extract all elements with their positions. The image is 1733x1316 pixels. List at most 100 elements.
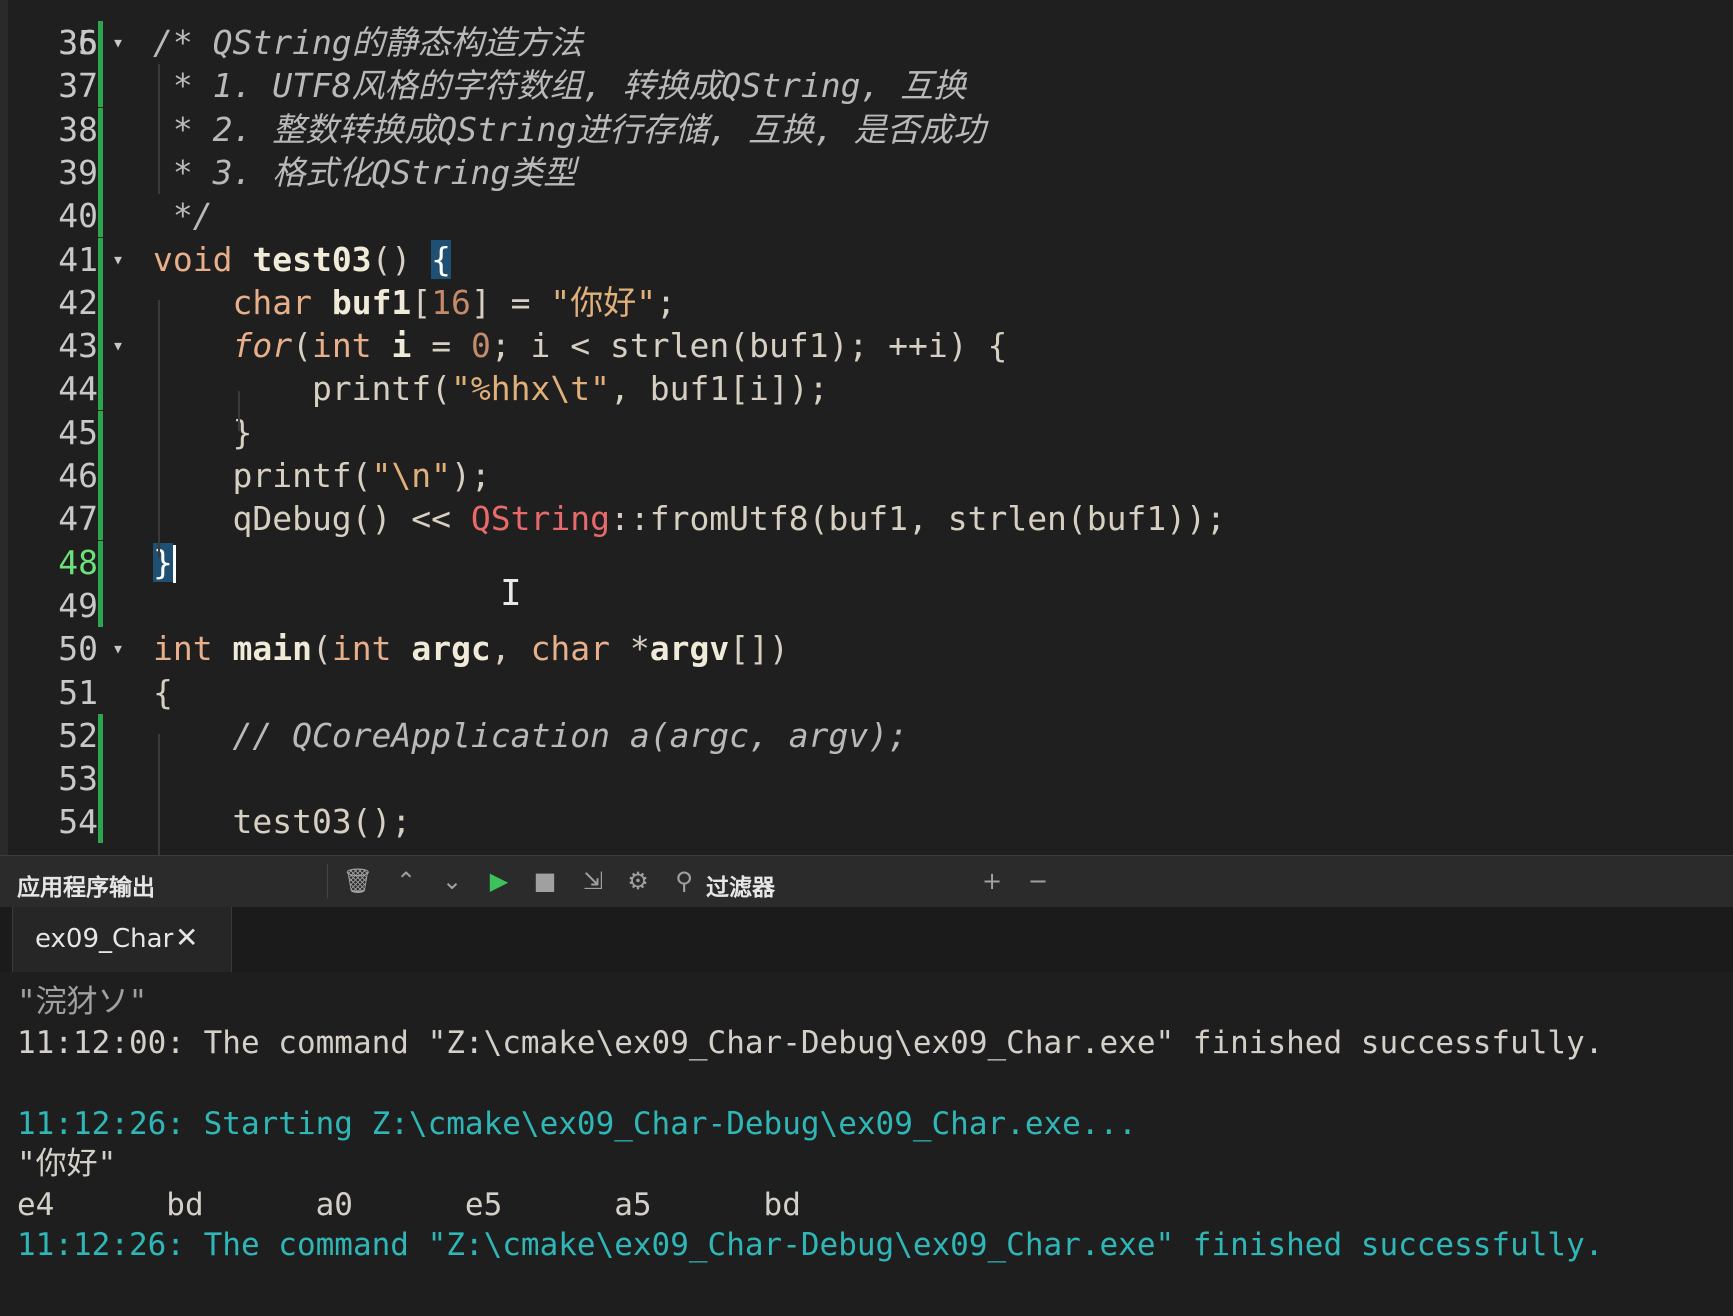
output-line: 11:12:26: Starting Z:\cmake\ex09_Char-De… xyxy=(17,1105,1137,1142)
editor-line: 42 char buf1[16] = "你好"; xyxy=(0,280,1733,324)
code-editor[interactable]: 35 36 ▾/* QString的静态构造方法 37 * 1. UTF8风格的字符… xyxy=(0,0,1733,855)
filter-input[interactable]: 过滤器 xyxy=(706,868,775,902)
code-text[interactable]: void test03() { xyxy=(153,238,452,281)
editor-line: 40 */ xyxy=(0,194,1733,238)
line-number: 49 xyxy=(58,585,98,625)
modified-marker xyxy=(98,454,103,497)
modified-marker xyxy=(98,540,103,584)
line-number: 39 xyxy=(58,152,98,192)
modified-marker xyxy=(98,497,103,541)
code-text[interactable]: for(int i = 0; i < strlen(buf1); ++i) { xyxy=(153,324,1007,367)
modified-marker xyxy=(98,410,103,454)
editor-line: 39 * 3. 格式化QString类型 xyxy=(0,150,1733,194)
code-text[interactable]: */ xyxy=(153,194,213,237)
modified-marker xyxy=(98,324,103,368)
fold-toggle-icon[interactable]: ▾ xyxy=(112,627,124,670)
line-number: 40 xyxy=(58,196,98,236)
editor-line: 44 printf("%hhx\t", buf1[i]); xyxy=(0,367,1733,411)
modified-marker xyxy=(98,713,103,757)
editor-line: 47 qDebug() << QString::fromUtf8(buf1, s… xyxy=(0,497,1733,541)
indent-guide xyxy=(158,734,160,855)
output-pane-header: 应用程序输出 🗑 ⌃ ⌄ ▶ ■ ⇲ ⚙ ⚲ 过滤器 + − xyxy=(0,855,1733,908)
indent-guide xyxy=(158,300,160,558)
modified-marker xyxy=(98,21,103,64)
line-number: 51 xyxy=(58,672,98,712)
line-number: 42 xyxy=(58,282,98,322)
output-tab-bar: ex09_Char ✕ xyxy=(0,907,1733,973)
code-text[interactable]: test03(); xyxy=(153,800,411,843)
editor-line: 43 ▾ for(int i = 0; i < strlen(buf1); ++i… xyxy=(0,324,1733,368)
attach-icon[interactable]: ⇲ xyxy=(577,863,609,899)
editor-line: 53 xyxy=(0,757,1733,801)
line-number: 37 xyxy=(58,66,98,106)
output-line: 11:12:26: The command "Z:\cmake\ex09_Cha… xyxy=(17,1227,1604,1263)
code-text[interactable]: char buf1[16] = "你好"; xyxy=(153,281,676,324)
modified-marker xyxy=(98,757,103,801)
tab-label: ex09_Char xyxy=(35,924,174,954)
code-text[interactable]: printf("\n"); xyxy=(153,454,490,497)
editor-line: 52 // QCoreApplication a(argc, argv); xyxy=(0,713,1733,757)
line-number: 46 xyxy=(58,456,98,495)
code-text[interactable]: int main(int argc, char *argv[]) xyxy=(153,627,789,670)
line-number: 45 xyxy=(58,412,98,452)
line-number: 44 xyxy=(58,369,98,409)
editor-line: 37 * 1. UTF8风格的字符数组, 转换成QString, 互换 xyxy=(0,64,1733,108)
code-text[interactable]: qDebug() << QString::fromUtf8(buf1, strl… xyxy=(153,497,1225,540)
fold-toggle-icon[interactable]: ▾ xyxy=(112,21,124,64)
line-number: 41 xyxy=(58,239,98,279)
code-text[interactable]: // QCoreApplication a(argc, argv); xyxy=(153,714,908,757)
editor-line: 36 ▾ /* QString的静态构造方法 xyxy=(0,21,1733,64)
indent-guide xyxy=(238,391,240,431)
editor-line: 48} xyxy=(0,540,1733,584)
minus-icon[interactable]: − xyxy=(1022,863,1054,899)
modified-marker xyxy=(98,583,103,627)
editor-line: 46 printf("\n"); xyxy=(0,454,1733,497)
code-text[interactable]: * 3. 格式化QString类型 xyxy=(153,151,576,194)
editor-line: 38 * 2. 整数转换成QString进行存储, 互换, 是否成功 xyxy=(0,107,1733,151)
code-text[interactable]: { xyxy=(153,671,173,714)
editor-line-partial: 35 xyxy=(0,0,1733,62)
application-output[interactable]: "浣犲ソ" 11:12:00: The command "Z:\cmake\ex0… xyxy=(0,972,1733,1316)
text-caret xyxy=(172,545,176,584)
tab-ex09-char[interactable]: ex09_Char ✕ xyxy=(12,907,232,972)
output-line: "你好" xyxy=(17,1146,117,1182)
modified-marker xyxy=(98,800,103,844)
line-number: 36 xyxy=(58,23,98,62)
plus-icon[interactable]: + xyxy=(976,863,1008,899)
modified-marker xyxy=(98,64,103,108)
output-pane-title[interactable]: 应用程序输出 xyxy=(17,868,155,902)
modified-marker xyxy=(98,107,103,151)
code-text[interactable]: } xyxy=(153,541,176,584)
editor-line: 49 xyxy=(0,583,1733,627)
gear-icon[interactable]: ⚙ xyxy=(622,863,654,899)
code-text[interactable]: * 1. UTF8风格的字符数组, 转换成QString, 互换 xyxy=(153,64,966,107)
modified-marker xyxy=(98,237,103,281)
search-icon[interactable]: ⚲ xyxy=(668,863,700,899)
output-line: "浣犲ソ" xyxy=(17,984,148,1020)
line-number: 54 xyxy=(58,802,98,842)
code-text[interactable]: /* QString的静态构造方法 xyxy=(153,21,583,64)
chevron-up-icon[interactable]: ⌃ xyxy=(390,863,422,899)
line-number: 53 xyxy=(58,759,98,799)
editor-line: 45 } xyxy=(0,410,1733,454)
fold-toggle-icon[interactable]: ▾ xyxy=(112,324,124,367)
line-number: 38 xyxy=(58,109,98,149)
code-text[interactable]: * 2. 整数转换成QString进行存储, 互换, 是否成功 xyxy=(153,108,986,151)
trash-icon[interactable]: 🗑 xyxy=(342,863,374,899)
editor-line: 50 ▾ int main(int argc, char *argv[]) xyxy=(0,627,1733,670)
line-number: 52 xyxy=(58,715,98,755)
play-icon[interactable]: ▶ xyxy=(483,863,515,899)
indent-guide xyxy=(158,64,160,194)
chevron-down-icon[interactable]: ⌄ xyxy=(436,863,468,899)
output-line: e4 bd a0 e5 a5 bd xyxy=(17,1186,801,1223)
output-line: 11:12:00: The command "Z:\cmake\ex09_Cha… xyxy=(17,1024,1604,1061)
text-cursor-icon: I xyxy=(500,573,522,614)
close-icon[interactable]: ✕ xyxy=(175,921,198,954)
line-number: 43 xyxy=(58,326,98,366)
editor-line: 54 test03(); xyxy=(0,800,1733,844)
code-text[interactable]: printf("%hhx\t", buf1[i]); xyxy=(153,367,829,410)
modified-marker xyxy=(98,280,103,324)
fold-toggle-icon[interactable]: ▾ xyxy=(112,238,124,281)
line-number: 48 xyxy=(58,542,98,582)
stop-icon[interactable]: ■ xyxy=(529,863,561,899)
